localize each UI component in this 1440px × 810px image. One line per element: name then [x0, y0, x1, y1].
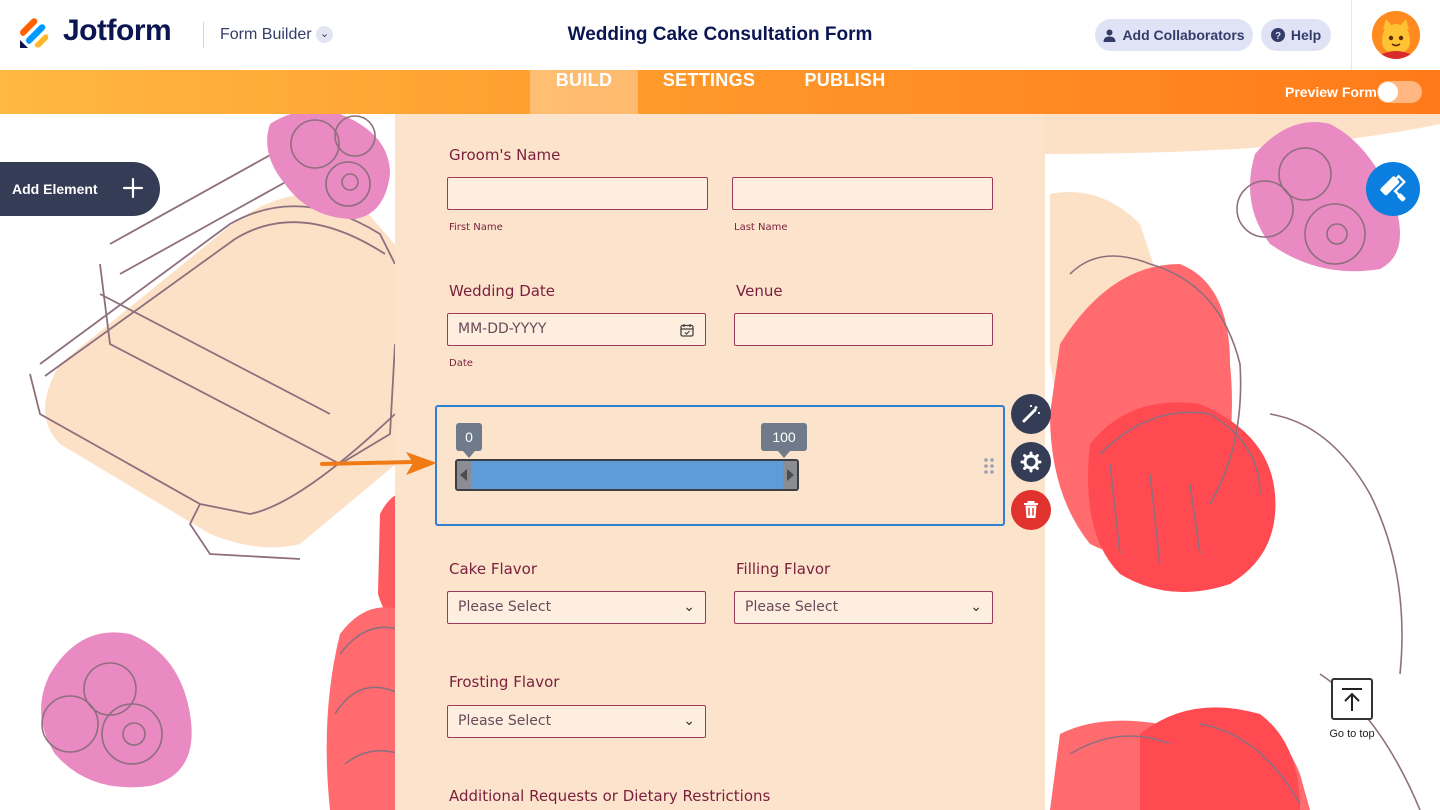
cake-flavor-value: Please Select [458, 599, 552, 615]
cake-flavor-select[interactable]: Please Select ⌄ [447, 591, 706, 624]
first-name-sublabel: First Name [449, 222, 503, 233]
frosting-flavor-label: Frosting Flavor [449, 673, 560, 691]
arrow-up-icon [1331, 678, 1373, 720]
additional-requests-label: Additional Requests or Dietary Restricti… [449, 787, 771, 805]
preview-form-label: Preview Form [1285, 84, 1377, 100]
tab-settings[interactable]: SETTINGS [648, 70, 770, 114]
filling-flavor-select[interactable]: Please Select ⌄ [734, 591, 993, 624]
add-collaborators-button[interactable]: Add Collaborators [1095, 19, 1253, 51]
header-divider [203, 22, 204, 48]
first-name-input[interactable] [447, 177, 708, 210]
avatar-cat-icon [1372, 11, 1420, 59]
date-placeholder: MM-DD-YYYY [458, 321, 547, 337]
tab-build[interactable]: BUILD [530, 70, 638, 114]
form-designer-button[interactable] [1366, 162, 1420, 216]
preview-form-toggle[interactable] [1377, 81, 1422, 103]
last-name-input[interactable] [732, 177, 993, 210]
go-to-top-label: Go to top [1329, 728, 1375, 740]
chevron-down-icon: ⌄ [683, 599, 695, 615]
calendar-icon[interactable] [680, 323, 694, 337]
delete-button[interactable] [1011, 490, 1051, 530]
trash-icon [1024, 501, 1038, 518]
chevron-down-icon[interactable]: ⌄ [316, 26, 333, 43]
chevron-down-icon: ⌄ [683, 713, 695, 729]
pointer-arrow-icon [320, 452, 437, 475]
builder-nav-bar: BUILD SETTINGS PUBLISH Preview Form [0, 70, 1440, 114]
help-label: Help [1290, 27, 1322, 43]
form-builder-label[interactable]: Form Builder [220, 26, 312, 44]
settings-button[interactable] [1011, 442, 1051, 482]
go-to-top-button[interactable]: Go to top [1318, 678, 1386, 740]
header-divider-right [1351, 0, 1352, 70]
drag-handle-icon[interactable] [983, 457, 995, 475]
wedding-date-label: Wedding Date [449, 282, 556, 300]
chevron-down-icon: ⌄ [970, 599, 982, 615]
last-name-sublabel: Last Name [734, 222, 788, 233]
magic-wand-icon [1022, 405, 1040, 423]
filling-flavor-label: Filling Flavor [736, 560, 831, 578]
avatar[interactable] [1372, 11, 1420, 59]
cake-flavor-label: Cake Flavor [449, 560, 538, 578]
filling-flavor-value: Please Select [745, 599, 839, 615]
wedding-date-input[interactable]: MM-DD-YYYY [447, 313, 706, 346]
tab-publish[interactable]: PUBLISH [790, 70, 900, 114]
add-element-label: Add Element [12, 181, 98, 197]
svg-text:?: ? [1275, 31, 1281, 42]
brand-name[interactable]: Jotform [63, 14, 172, 48]
question-icon: ? [1270, 28, 1285, 42]
paint-roller-icon [1380, 174, 1407, 202]
slider-max-value: 100 [772, 429, 796, 445]
slider-min-value: 0 [465, 429, 473, 445]
date-sublabel: Date [449, 358, 473, 369]
range-slider[interactable]: 0 100 [440, 420, 820, 500]
venue-label: Venue [736, 282, 783, 300]
help-button[interactable]: ? Help [1261, 19, 1331, 51]
frosting-flavor-select[interactable]: Please Select ⌄ [447, 705, 706, 738]
plus-icon[interactable] [122, 177, 144, 199]
gear-icon [1020, 451, 1042, 473]
toggle-knob [1378, 82, 1398, 102]
user-icon [1103, 29, 1116, 42]
frosting-flavor-value: Please Select [458, 713, 552, 729]
top-header: Jotform Form Builder ⌄ Wedding Cake Cons… [0, 0, 1440, 71]
slider-range-fill [470, 461, 784, 489]
wand-button[interactable] [1011, 394, 1051, 434]
add-collaborators-label: Add Collaborators [1122, 27, 1245, 43]
venue-input[interactable] [734, 313, 993, 346]
jotform-logo-icon[interactable] [18, 16, 50, 50]
groom-name-label: Groom's Name [449, 146, 561, 164]
